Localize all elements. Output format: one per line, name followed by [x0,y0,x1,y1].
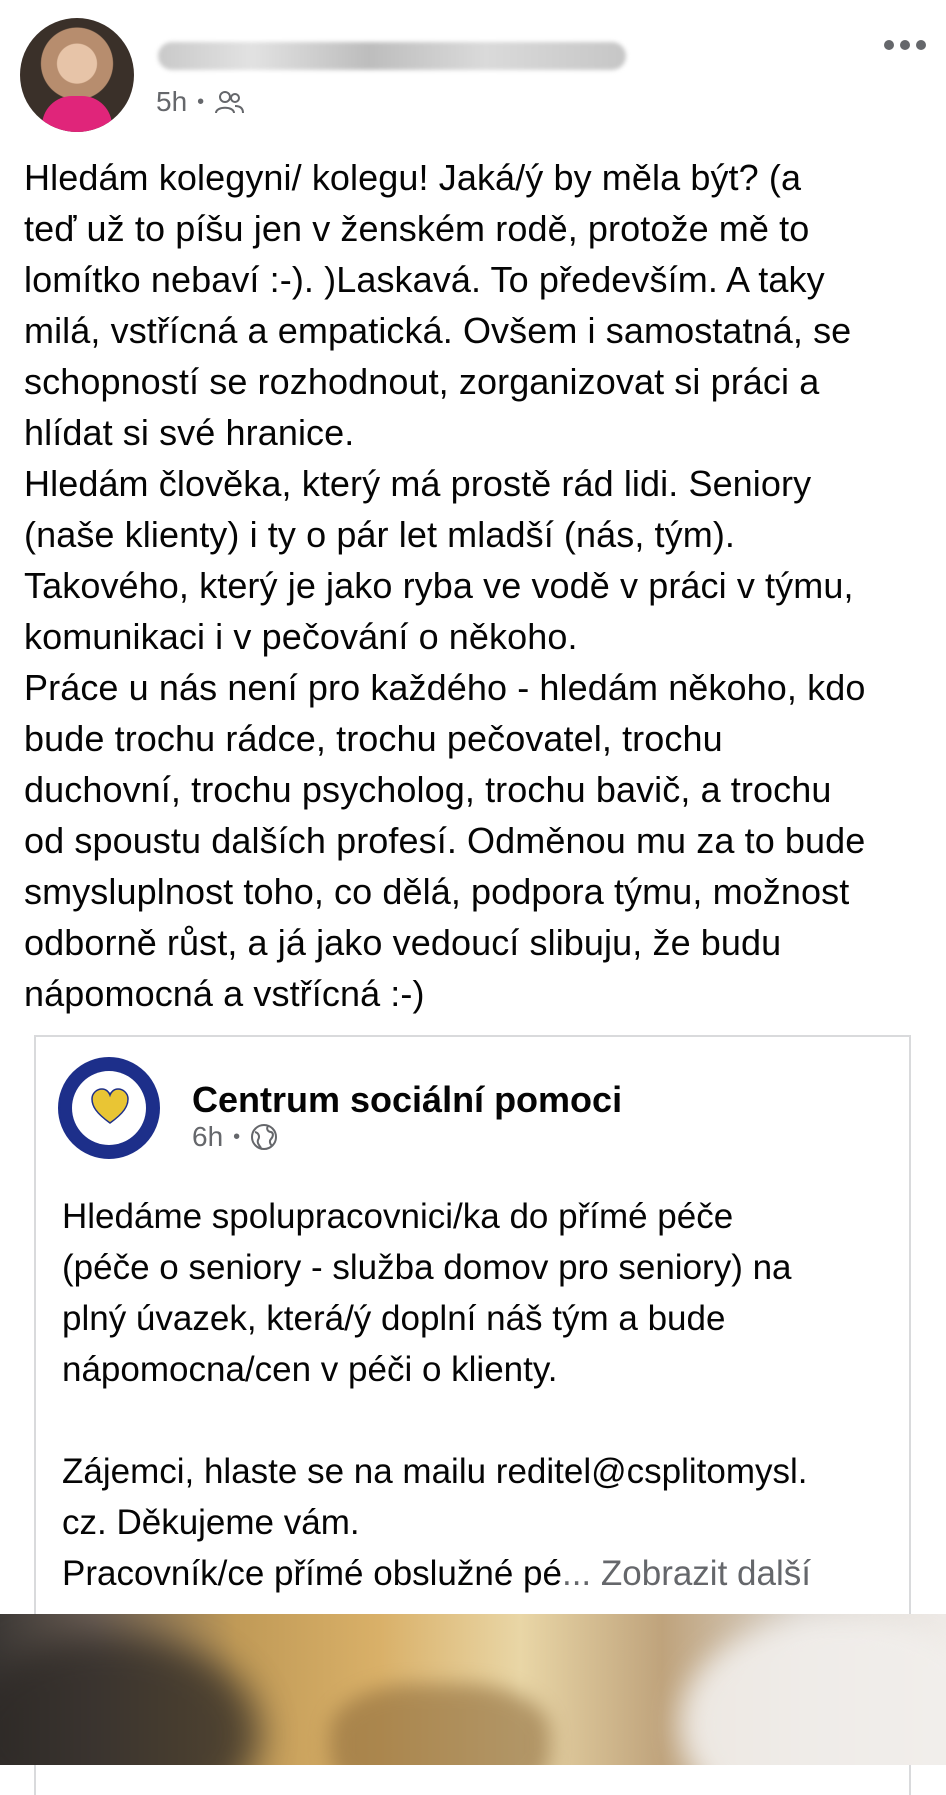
post-header: 5h • [0,0,946,150]
shared-post-meta: 6h • [192,1121,278,1153]
heart-logo-icon [91,1088,129,1124]
see-more-link[interactable]: ... Zobrazit další [562,1554,811,1593]
post-meta: 5h • [156,84,245,120]
globe-icon [251,1124,278,1150]
friends-icon [215,91,245,114]
avatar-shirt [42,96,112,132]
meta-separator: • [197,90,205,113]
shared-post-time[interactable]: 6h [192,1121,223,1153]
post-time[interactable]: 5h [156,86,187,118]
meta-separator: • [233,1125,241,1148]
author-avatar[interactable] [20,18,134,132]
image-shape [330,1684,550,1765]
page-logo[interactable] [58,1057,160,1159]
shared-image-preview[interactable] [0,1614,946,1765]
shared-post-body: Hledáme spolupracovnici/ka do přímé péče… [62,1191,892,1599]
shared-page-name[interactable]: Centrum sociální pomoci [192,1079,622,1121]
post-body: Hledám kolegyni/ kolegu! Jaká/ý by měla … [24,157,866,1014]
image-shape [680,1614,946,1765]
shared-post-text: Hledáme spolupracovnici/ka do přímé péče… [62,1197,808,1593]
image-shape [0,1634,260,1765]
author-name-blurred[interactable] [158,42,626,70]
more-options-icon[interactable] [884,40,926,50]
